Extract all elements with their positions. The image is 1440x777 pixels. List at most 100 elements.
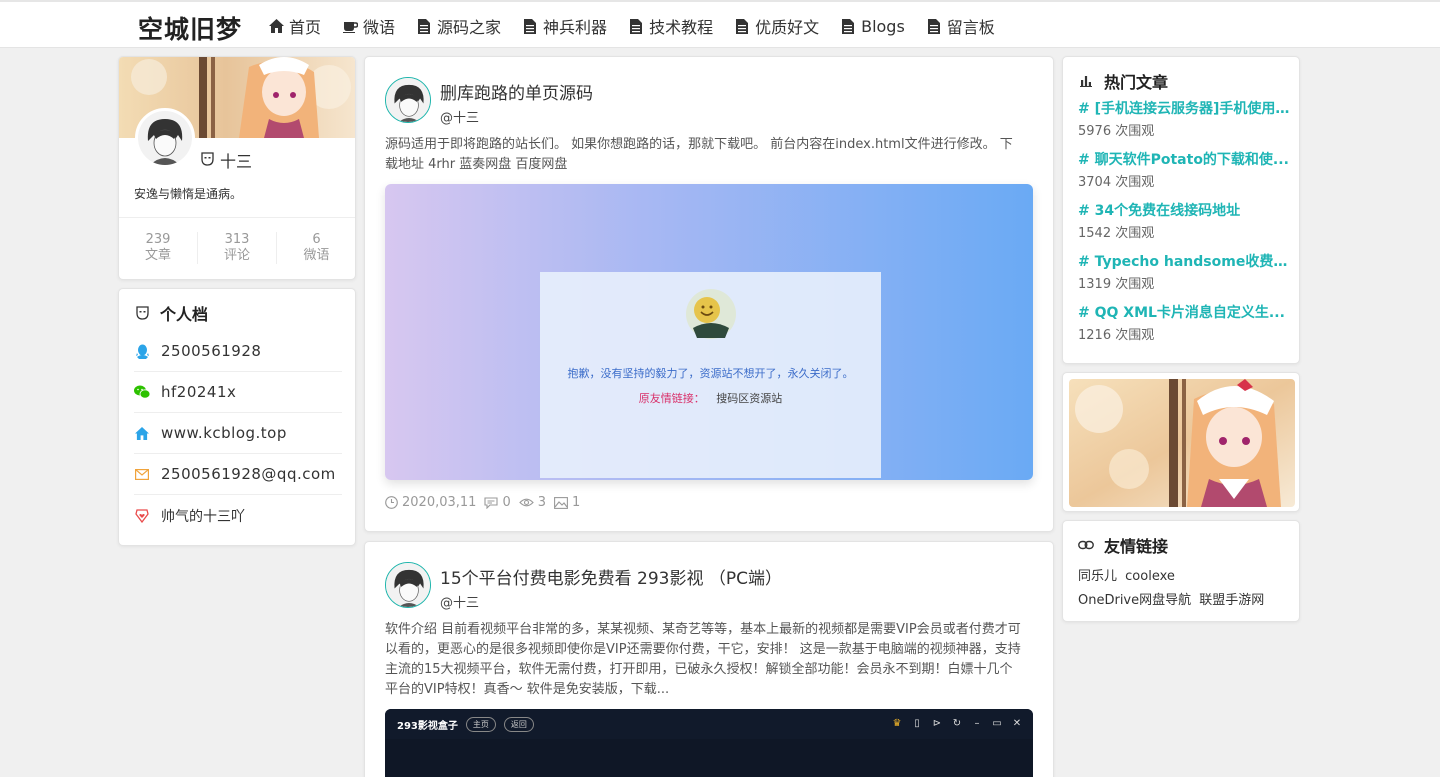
friend-links-card: 友情链接 同乐儿 coolexe OneDrive网盘导航 联盟手游网 bbox=[1062, 520, 1300, 622]
list-item: # 34个免费在线接码地址 1542 次围观 bbox=[1078, 201, 1290, 252]
profile-stats: 239 文章 313 评论 6 微语 bbox=[119, 232, 355, 264]
contact-website[interactable]: www.kcblog.top bbox=[134, 413, 342, 454]
friend-links-list: 同乐儿 coolexe OneDrive网盘导航 联盟手游网 bbox=[1078, 565, 1268, 613]
hot-article-views: 1319 次围观 bbox=[1078, 277, 1155, 292]
refresh-icon: ↻ bbox=[952, 717, 962, 729]
profile-avatar[interactable] bbox=[135, 108, 195, 168]
qq-icon bbox=[134, 344, 150, 359]
nav-item-tutorials[interactable]: 技术教程 bbox=[628, 14, 713, 38]
nav-item-guestbook[interactable]: 留言板 bbox=[926, 14, 995, 38]
contact-nickname[interactable]: 帅气的十三吖 bbox=[134, 495, 342, 536]
list-item: # [手机连接云服务器]手机使用... 5976 次围观 bbox=[1078, 99, 1290, 150]
list-item: # QQ XML卡片消息自定义生... 1216 次围观 bbox=[1078, 303, 1290, 354]
post-cover-image[interactable]: 293影视盒子 主页 返回 ♛ ▯ ⊳ ↻ – ▭ ✕ bbox=[385, 709, 1033, 777]
post-title-link[interactable]: 15个平台付费电影免费看 293影视 （PC端） bbox=[440, 564, 782, 589]
author-avatar[interactable] bbox=[385, 77, 431, 123]
notice-link-row: 原友情链接： 搜码区资源站 bbox=[540, 390, 881, 406]
post-author[interactable]: @十三 bbox=[440, 592, 479, 611]
friend-link[interactable]: 同乐儿 bbox=[1078, 569, 1117, 584]
nav-label: 技术教程 bbox=[649, 18, 714, 37]
file-icon bbox=[734, 18, 750, 34]
hot-article-views: 1216 次围观 bbox=[1078, 328, 1155, 343]
sidebar-illustration bbox=[1069, 379, 1295, 507]
hot-article-link[interactable]: # Typecho handsome收费主题 bbox=[1078, 252, 1290, 272]
stat-label: 评论 bbox=[223, 248, 250, 263]
post-views-count: 3 bbox=[537, 495, 546, 510]
stat-label: 微语 bbox=[303, 248, 330, 263]
app-back-button: 返回 bbox=[503, 716, 534, 732]
stat-value: 6 bbox=[312, 232, 321, 247]
profile-name: 十三 bbox=[201, 148, 252, 172]
file-icon bbox=[416, 18, 432, 34]
post-comments[interactable]: 0 bbox=[484, 495, 511, 510]
nav-item-home[interactable]: 首页 bbox=[268, 14, 321, 38]
friend-link[interactable]: OneDrive网盘导航 bbox=[1078, 593, 1191, 608]
post-date-text: 2020,03,11 bbox=[402, 495, 477, 510]
stat-weiyu[interactable]: 6 微语 bbox=[277, 232, 355, 264]
stat-label: 文章 bbox=[144, 248, 171, 263]
nav-label: 源码之家 bbox=[437, 18, 502, 37]
coffee-icon bbox=[342, 18, 358, 34]
crown-icon: ♛ bbox=[892, 717, 902, 729]
file-icon bbox=[840, 18, 856, 34]
contact-email[interactable]: 2500561928@qq.com bbox=[134, 454, 342, 495]
mail-icon bbox=[134, 468, 150, 480]
post-excerpt: 软件介绍 目前看视频平台非常的多，某某视频、某奇艺等等，基本上最新的视频都是需要… bbox=[385, 622, 1021, 697]
profile-name-text: 十三 bbox=[220, 152, 253, 171]
nav-item-weiyu[interactable]: 微语 bbox=[342, 14, 395, 38]
contact-text: 帅气的十三吖 bbox=[161, 508, 245, 525]
hot-title-text: 热门文章 bbox=[1104, 73, 1169, 92]
nav-item-articles[interactable]: 优质好文 bbox=[734, 14, 819, 38]
divider bbox=[119, 217, 355, 218]
links-title-text: 友情链接 bbox=[1104, 537, 1169, 556]
notice-link-text[interactable]: 搜码区资源站 bbox=[716, 392, 782, 405]
minimize-icon: – bbox=[974, 717, 980, 729]
file-icon bbox=[926, 18, 942, 34]
app-window-controls: ♛ ▯ ⊳ ↻ – ▭ ✕ bbox=[883, 717, 1023, 729]
profile-card: 十三 安逸与懒惰是通病。 239 文章 313 评论 6 微语 bbox=[118, 56, 356, 280]
post-title-link[interactable]: 删库跑路的单页源码 bbox=[440, 79, 593, 104]
app-name: 293影视盒子 bbox=[397, 720, 458, 732]
hot-article-link[interactable]: # QQ XML卡片消息自定义生... bbox=[1078, 303, 1290, 323]
nav-label: 优质好文 bbox=[755, 18, 820, 37]
hot-card-title: 热门文章 bbox=[1078, 69, 1168, 93]
hot-article-link[interactable]: # 聊天软件Potato的下载和使... bbox=[1078, 150, 1290, 170]
post-date: 2020,03,11 bbox=[385, 495, 476, 510]
nav-item-blogs[interactable]: Blogs bbox=[840, 14, 905, 38]
author-avatar[interactable] bbox=[385, 562, 431, 608]
hot-article-link[interactable]: # 34个免费在线接码地址 bbox=[1078, 201, 1290, 221]
list-item: # 聊天软件Potato的下载和使... 3704 次围观 bbox=[1078, 150, 1290, 201]
personal-title-text: 个人档 bbox=[160, 305, 209, 324]
contact-text: hf20241x bbox=[161, 383, 237, 401]
contact-wechat[interactable]: hf20241x bbox=[134, 372, 342, 413]
sidebar-image-card bbox=[1062, 372, 1300, 512]
smiley-logo-icon bbox=[686, 289, 736, 339]
post-likes[interactable]: 1 bbox=[554, 495, 580, 510]
image-icon bbox=[554, 496, 568, 509]
home-icon bbox=[268, 18, 284, 34]
hot-article-link[interactable]: # [手机连接云服务器]手机使用... bbox=[1078, 99, 1290, 119]
file-icon bbox=[522, 18, 538, 34]
personal-info-card: 个人档 2500561928 hf20241x www.kcblog.top 2… bbox=[118, 288, 356, 546]
bar-chart-icon bbox=[1078, 73, 1094, 89]
main-nav: 首页 微语 源码之家 神兵利器 技术教程 优质好文 Blogs 留言板 bbox=[268, 14, 1016, 38]
post-card: 15个平台付费电影免费看 293影视 （PC端） @十三 软件介绍 目前看视频平… bbox=[364, 541, 1054, 777]
stat-articles[interactable]: 239 文章 bbox=[119, 232, 198, 264]
stat-comments[interactable]: 313 评论 bbox=[198, 232, 277, 264]
contact-qq[interactable]: 2500561928 bbox=[134, 331, 342, 372]
list-item: # Typecho handsome收费主题 1319 次围观 bbox=[1078, 252, 1290, 303]
friend-link[interactable]: coolexe bbox=[1125, 569, 1175, 584]
mask-icon bbox=[134, 305, 150, 321]
site-brand[interactable]: 空城旧梦 bbox=[138, 10, 242, 46]
post-excerpt: 源码适用于即将跑路的站长们。 如果你想跑路的话，那就下载吧。 前台内容在inde… bbox=[385, 137, 1013, 172]
post-cover-image[interactable]: 抱歉，没有坚持的毅力了，资源站不想开了，永久关闭了。 原友情链接： 搜码区资源站 bbox=[385, 184, 1033, 480]
notice-link-label: 原友情链接： bbox=[638, 392, 705, 405]
nav-item-tools[interactable]: 神兵利器 bbox=[522, 14, 607, 38]
home-icon bbox=[134, 426, 150, 440]
wechat-icon bbox=[134, 385, 150, 399]
profile-bio: 安逸与懒惰是通病。 bbox=[134, 187, 243, 201]
friend-link[interactable]: 联盟手游网 bbox=[1199, 593, 1264, 608]
post-author[interactable]: @十三 bbox=[440, 107, 479, 126]
nav-item-source[interactable]: 源码之家 bbox=[416, 14, 501, 38]
top-navbar: 空城旧梦 首页 微语 源码之家 神兵利器 技术教程 优质好文 Blogs 留言板 bbox=[0, 0, 1440, 48]
